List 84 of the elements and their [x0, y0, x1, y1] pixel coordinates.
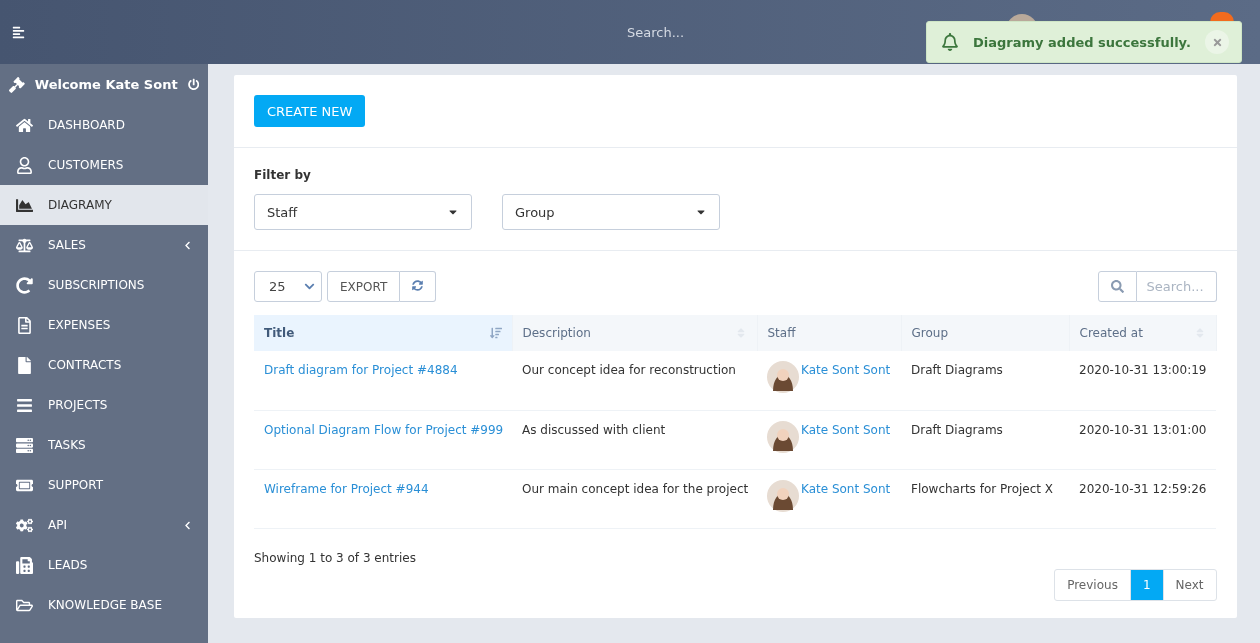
avatar-icon [767, 361, 799, 393]
sidebar-label: EXPENSES [48, 318, 112, 332]
sidebar-item[interactable]: CUSTOMERS [0, 145, 208, 185]
sidebar-item[interactable]: SUBSCRIPTIONS [0, 265, 208, 305]
close-icon [1211, 36, 1223, 48]
column-header[interactable]: Title [254, 315, 512, 351]
sidebar-label: CONTRACTS [48, 358, 123, 372]
sidebar-label: PROJECTS [48, 398, 109, 412]
search-icon [1110, 280, 1124, 293]
gavel-icon [9, 75, 25, 94]
document-icon [15, 316, 33, 334]
group-cell: Flowcharts for Project X [901, 469, 1069, 528]
date-cell: 2020-10-31 13:01:00 [1069, 410, 1216, 469]
toast-message: Diagramy added successfully. [973, 34, 1191, 50]
server-icon [15, 436, 33, 454]
close-button[interactable] [1205, 30, 1229, 54]
sidebar-label: SUBSCRIPTIONS [48, 278, 146, 292]
description-cell: Our concept idea for reconstruction [512, 351, 757, 410]
sidebar-item[interactable]: DASHBOARD [0, 105, 208, 145]
sidebar-label: DASHBOARD [48, 118, 126, 132]
sidebar-item[interactable]: CONTRACTS [0, 345, 208, 385]
title-link[interactable]: Draft diagram for Project #4884 [264, 363, 458, 377]
sidebar-item[interactable]: DIAGRAMY [0, 185, 208, 225]
column-header[interactable]: Created at [1069, 315, 1216, 351]
date-cell: 2020-10-31 13:00:19 [1069, 351, 1216, 410]
sidebar-label: SUPPORT [48, 478, 105, 492]
power-icon[interactable] [187, 78, 199, 91]
next-button[interactable]: Next [1162, 568, 1217, 601]
sidebar-item[interactable]: KNOWLEDGE BASE [0, 585, 208, 625]
export-button[interactable]: EXPORT [327, 271, 401, 302]
sidebar-label: LEADS [48, 558, 89, 572]
table-search-field[interactable]: Search... [1136, 271, 1217, 302]
file-icon [15, 356, 33, 374]
area-chart-icon [15, 196, 33, 214]
staff-link[interactable]: Kate Sont Sont [801, 422, 891, 453]
sidebar-label: KNOWLEDGE BASE [48, 598, 163, 612]
previous-button[interactable]: Previous [1054, 568, 1131, 601]
filter-label: Filter by [254, 168, 312, 182]
search-button[interactable] [1097, 271, 1137, 302]
filter-select[interactable]: Group [502, 194, 720, 230]
group-cell: Draft Diagrams [901, 410, 1069, 469]
sidebar-label: TASKS [48, 438, 87, 452]
description-cell: As discussed with client [512, 410, 757, 469]
page-button[interactable]: 1 [1129, 568, 1164, 601]
sidebar-item[interactable]: SUPPORT [0, 465, 208, 505]
chevron-icon [304, 281, 315, 292]
welcome-text: Welcome Kate Sont [34, 77, 178, 92]
page-length-select[interactable]: 25 [254, 271, 322, 302]
group-cell: Draft Diagrams [901, 351, 1069, 410]
sidebar-item[interactable]: SALES [0, 225, 208, 265]
avatar-icon [767, 479, 799, 512]
sidebar-label: SALES [48, 238, 87, 252]
filter-select[interactable]: Staff [254, 194, 472, 230]
staff-link[interactable]: Kate Sont Sont [801, 363, 891, 393]
column-header[interactable]: Description [512, 315, 757, 351]
sidebar-item[interactable]: LEADS [0, 545, 208, 585]
menu-icon[interactable] [12, 25, 25, 39]
sidebar-label: CUSTOMERS [48, 158, 125, 172]
column-header[interactable]: Staff [757, 315, 901, 351]
refresh-icon [412, 279, 424, 291]
date-cell: 2020-10-31 12:59:26 [1069, 469, 1216, 528]
sidebar-item[interactable]: API [0, 505, 208, 545]
bell-icon [941, 33, 959, 51]
user-icon [15, 156, 33, 174]
sidebar-item[interactable]: PROJECTS [0, 385, 208, 425]
sidebar-item[interactable]: TASKS [0, 425, 208, 465]
create-new-button[interactable]: CREATE NEW [254, 95, 366, 127]
house-icon [15, 116, 33, 134]
staff-link[interactable]: Kate Sont Sont [801, 481, 891, 512]
title-link[interactable]: Optional Diagram Flow for Project #999 [264, 422, 504, 437]
entries-info: Showing 1 to 3 of 3 entries [254, 550, 417, 565]
refresh-button[interactable] [400, 271, 437, 302]
sidebar-item[interactable]: EXPENSES [0, 305, 208, 345]
gears-icon [15, 516, 33, 534]
sidebar-label: API [48, 518, 68, 532]
description-cell: Our main concept idea for the project [512, 469, 757, 528]
avatar-icon [767, 420, 799, 453]
column-header[interactable]: Group [901, 315, 1069, 351]
sidebar-label: DIAGRAMY [48, 198, 113, 212]
refresh-icon [15, 276, 33, 294]
list-icon [15, 396, 33, 414]
scales-icon [15, 236, 33, 254]
title-link[interactable]: Wireframe for Project #944 [264, 481, 429, 496]
search-field[interactable]: Search... [625, 23, 825, 41]
